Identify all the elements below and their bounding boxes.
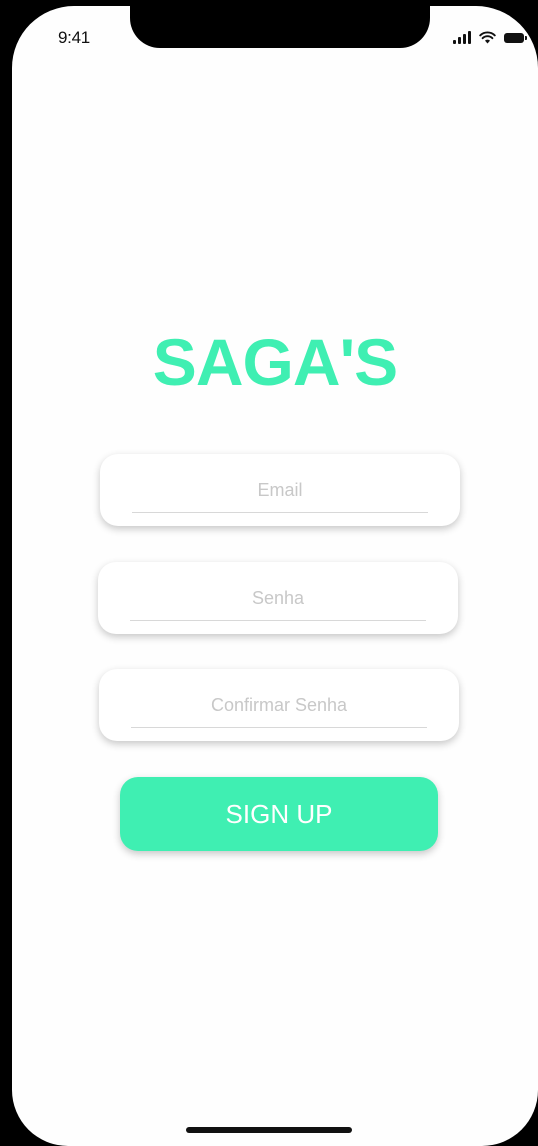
confirm-password-field[interactable]: Confirmar Senha	[99, 669, 459, 741]
wifi-icon	[479, 31, 496, 44]
phone-frame: 9:41 SAGA'S Email Senha Confirmar Senha …	[0, 0, 538, 1146]
status-time: 9:41	[58, 28, 90, 47]
notch	[130, 6, 430, 48]
battery-icon	[504, 33, 527, 43]
screen: 9:41 SAGA'S Email Senha Confirmar Senha …	[12, 6, 538, 1146]
password-underline	[130, 620, 426, 621]
signal-icon	[453, 31, 471, 44]
password-field[interactable]: Senha	[98, 562, 458, 634]
home-indicator[interactable]	[186, 1127, 352, 1133]
signup-button[interactable]: SIGN UP	[120, 777, 438, 851]
confirm-password-placeholder: Confirmar Senha	[210, 695, 348, 715]
app-title: SAGA'S	[152, 325, 398, 399]
email-field[interactable]: Email	[100, 454, 460, 526]
email-underline	[132, 512, 428, 513]
email-placeholder: Email	[257, 480, 303, 500]
status-icons	[453, 28, 527, 44]
password-placeholder: Senha	[251, 588, 305, 608]
confirm-password-underline	[131, 727, 427, 728]
